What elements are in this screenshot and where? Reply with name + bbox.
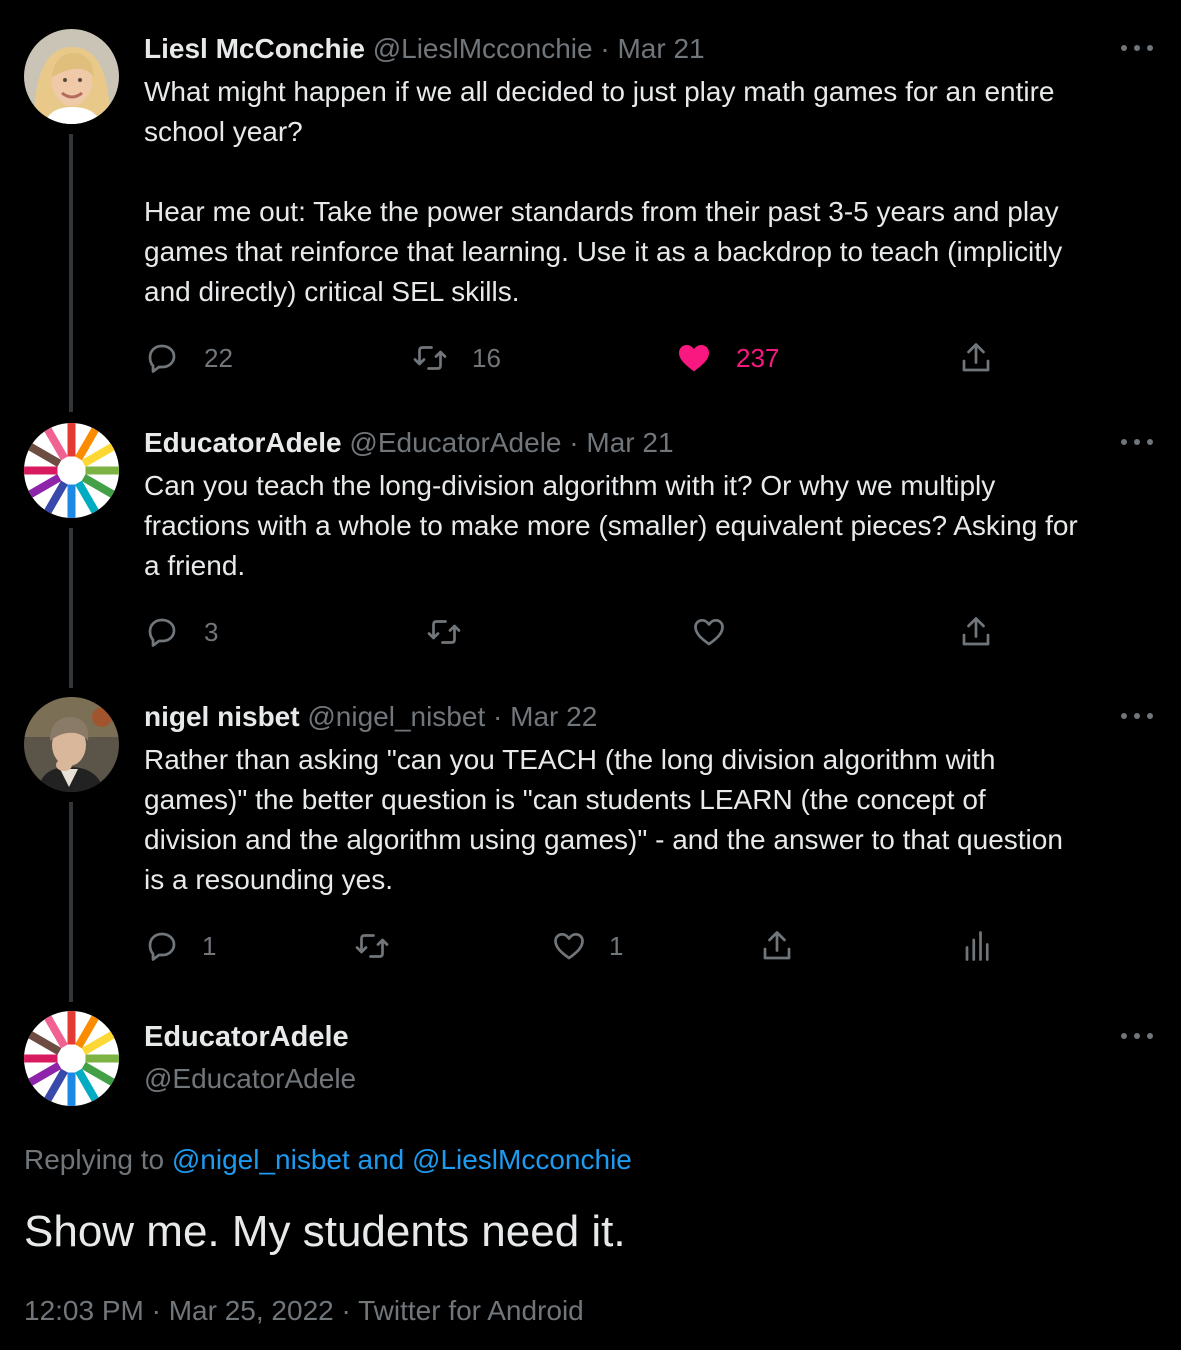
conversation-thread: Liesl McConchie @LieslMcconchie · Mar 21… [0,0,1181,1350]
tweet-timestamp-source[interactable]: 12:03 PM · Mar 25, 2022 · Twitter for An… [24,1293,584,1329]
replying-to-users-link[interactable]: @nigel_nisbet and @LieslMcconchie [172,1144,632,1175]
tweet-text: Show me. My students need it. [24,1207,626,1256]
replying-to-label: Replying to [24,1144,172,1175]
tweet-main-educatoradele: EducatorAdele @EducatorAdele Replying to… [0,0,1181,1350]
user-handle[interactable]: @EducatorAdele [144,1062,1154,1096]
avatar[interactable] [24,1011,119,1106]
more-options-icon[interactable] [1121,1030,1153,1042]
replying-to: Replying to @nigel_nisbet and @LieslMcco… [24,1142,632,1178]
display-name[interactable]: EducatorAdele [144,1020,1154,1054]
